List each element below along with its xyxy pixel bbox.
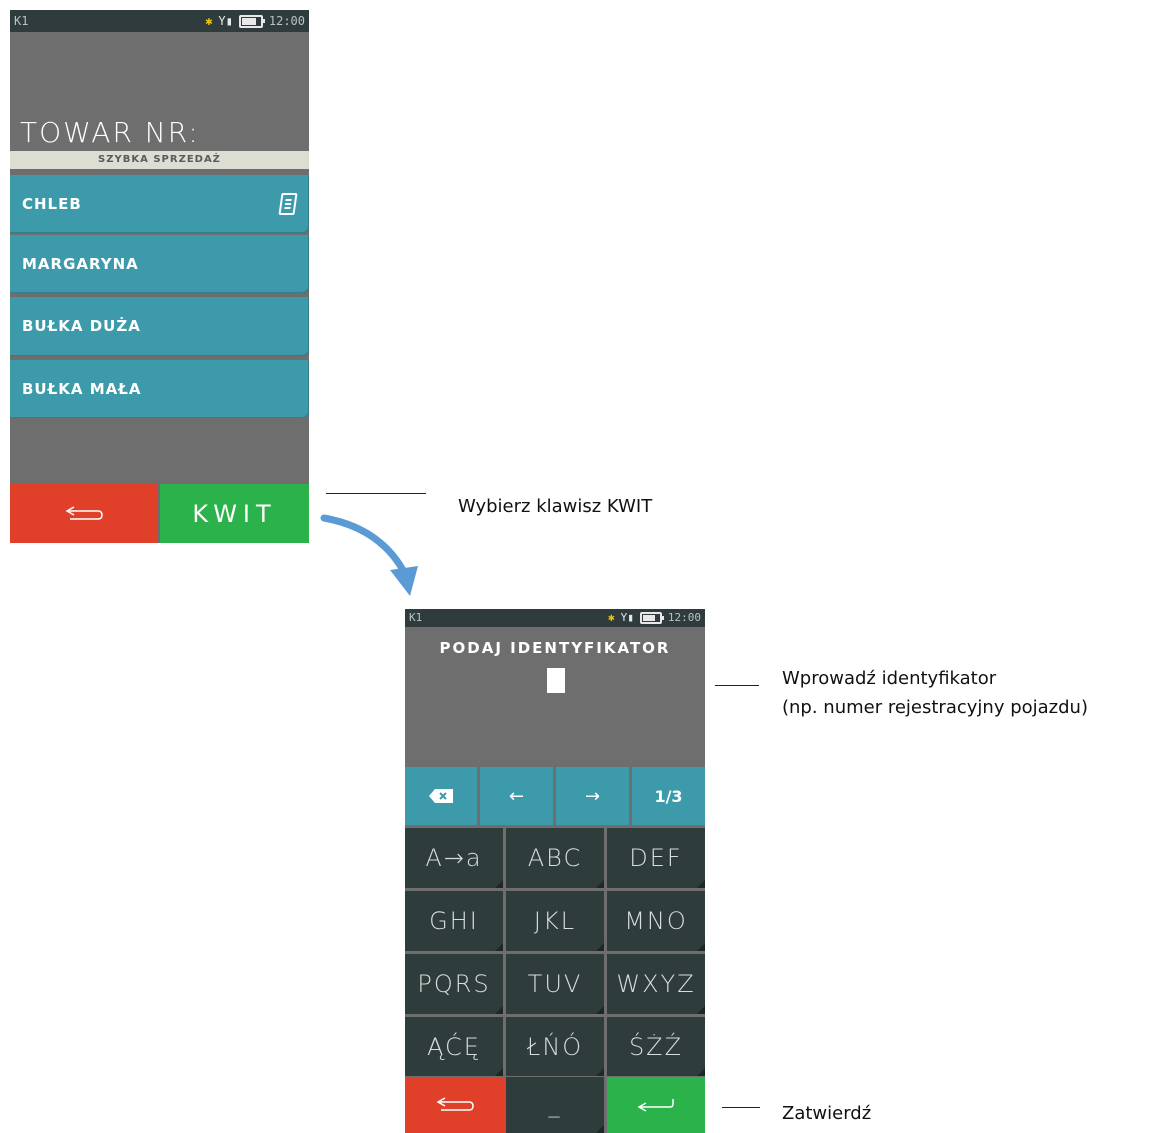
product-item-bulka-mala[interactable]: BUŁKA MAŁA (10, 360, 308, 417)
identifier-screen: K1 ✱ Y▮ 12:00 PODAJ IDENTYFIKATOR ← → 1/… (405, 609, 705, 1133)
battery-icon (238, 14, 265, 28)
space-label: _ (548, 1092, 562, 1118)
back-arrow-icon (436, 1097, 474, 1111)
callout-kwit: Wybierz klawisz KWIT (458, 496, 653, 517)
bluetooth-icon: ✱ (205, 14, 213, 28)
page-indicator: 1/3 (654, 786, 683, 806)
key-label: WXYZ (616, 970, 696, 998)
flow-arrow (320, 514, 418, 596)
arrow-left-icon: ← (508, 785, 525, 807)
key-label: ŚŻŹ (628, 1032, 684, 1061)
callout-identifier-line1: Wprowadź identyfikator (782, 668, 997, 689)
key-label: DEF (629, 844, 683, 872)
callout-identifier-line2: (np. numer rejestracyjny pojazdu) (782, 697, 1088, 718)
key-label: PQRS (417, 970, 491, 998)
enter-icon (637, 1099, 674, 1112)
quick-sale-header: SZYBKA SPRZEDAŻ (10, 151, 309, 169)
key-ace-diacritics[interactable]: ĄĆĘ (405, 1017, 503, 1076)
key-case-toggle[interactable]: A→a (405, 828, 503, 888)
identifier-prompt: PODAJ IDENTYFIKATOR (439, 639, 671, 657)
callout-line-confirm (722, 1107, 760, 1108)
product-item-label: MARGARYNA (22, 254, 139, 273)
key-wxyz[interactable]: WXYZ (607, 954, 705, 1014)
key-mno[interactable]: MNO (607, 891, 705, 951)
arrow-right-icon: → (584, 785, 601, 807)
product-item-label: CHLEB (22, 194, 82, 213)
register-label: K1 (409, 611, 423, 624)
register-label: K1 (14, 14, 29, 28)
kwit-button[interactable]: KWIT (160, 484, 309, 543)
product-number-prompt: TOWAR NR: (20, 116, 200, 149)
product-item-label: BUŁKA DUŻA (22, 317, 141, 335)
back-button[interactable] (10, 484, 157, 543)
callout-line-identifier (715, 685, 759, 686)
key-pqrs[interactable]: PQRS (405, 954, 503, 1014)
key-tuv[interactable]: TUV (506, 954, 604, 1014)
product-item-label: BUŁKA MAŁA (22, 379, 142, 398)
back-button[interactable] (405, 1077, 505, 1133)
cursor-right-button[interactable]: → (556, 767, 629, 825)
receipt-icon (278, 192, 298, 215)
bluetooth-icon: ✱ (608, 611, 615, 624)
key-ghi[interactable]: GHI (405, 891, 503, 951)
product-item-margaryna[interactable]: MARGARYNA (10, 235, 308, 292)
confirm-button[interactable] (607, 1077, 705, 1133)
callout-line-kwit (326, 493, 426, 494)
status-bar: K1 ✱ Y▮ 12:00 (10, 10, 309, 32)
key-label: MNO (624, 907, 688, 935)
back-arrow-icon (65, 506, 103, 520)
page-indicator-button[interactable]: 1/3 (632, 767, 705, 825)
quick-sale-screen: K1 ✱ Y▮ 12:00 TOWAR NR: SZYBKA SPRZEDAŻ … (10, 10, 309, 543)
key-label: JKL (533, 907, 577, 935)
callout-confirm: Zatwierdź (782, 1103, 872, 1124)
battery-icon (639, 612, 664, 624)
status-bar: K1 ✱ Y▮ 12:00 (405, 609, 705, 627)
clock: 12:00 (667, 611, 701, 624)
text-cursor[interactable] (547, 668, 565, 693)
key-abc[interactable]: ABC (506, 828, 604, 888)
signal-icon: Y▮ (218, 14, 233, 28)
key-label: ABC (527, 844, 583, 872)
key-label: ĄĆĘ (427, 1032, 481, 1061)
kwit-label: KWIT (192, 499, 277, 528)
key-label: A→a (425, 844, 483, 872)
key-label: ŁŃÓ (526, 1032, 584, 1061)
signal-icon: Y▮ (620, 611, 634, 624)
cursor-left-button[interactable]: ← (480, 767, 553, 825)
key-szz-diacritics[interactable]: ŚŻŹ (607, 1017, 705, 1076)
clock: 12:00 (268, 14, 305, 28)
space-key[interactable]: _ (506, 1077, 604, 1133)
product-item-bulka-duza[interactable]: BUŁKA DUŻA (10, 297, 308, 355)
product-item-chleb[interactable]: CHLEB (10, 175, 308, 232)
key-jkl[interactable]: JKL (506, 891, 604, 951)
key-def[interactable]: DEF (607, 828, 705, 888)
backspace-button[interactable] (405, 767, 477, 825)
backspace-icon (429, 789, 453, 803)
key-lno-diacritics[interactable]: ŁŃÓ (506, 1017, 604, 1076)
key-label: GHI (429, 907, 479, 935)
key-label: TUV (527, 970, 583, 998)
